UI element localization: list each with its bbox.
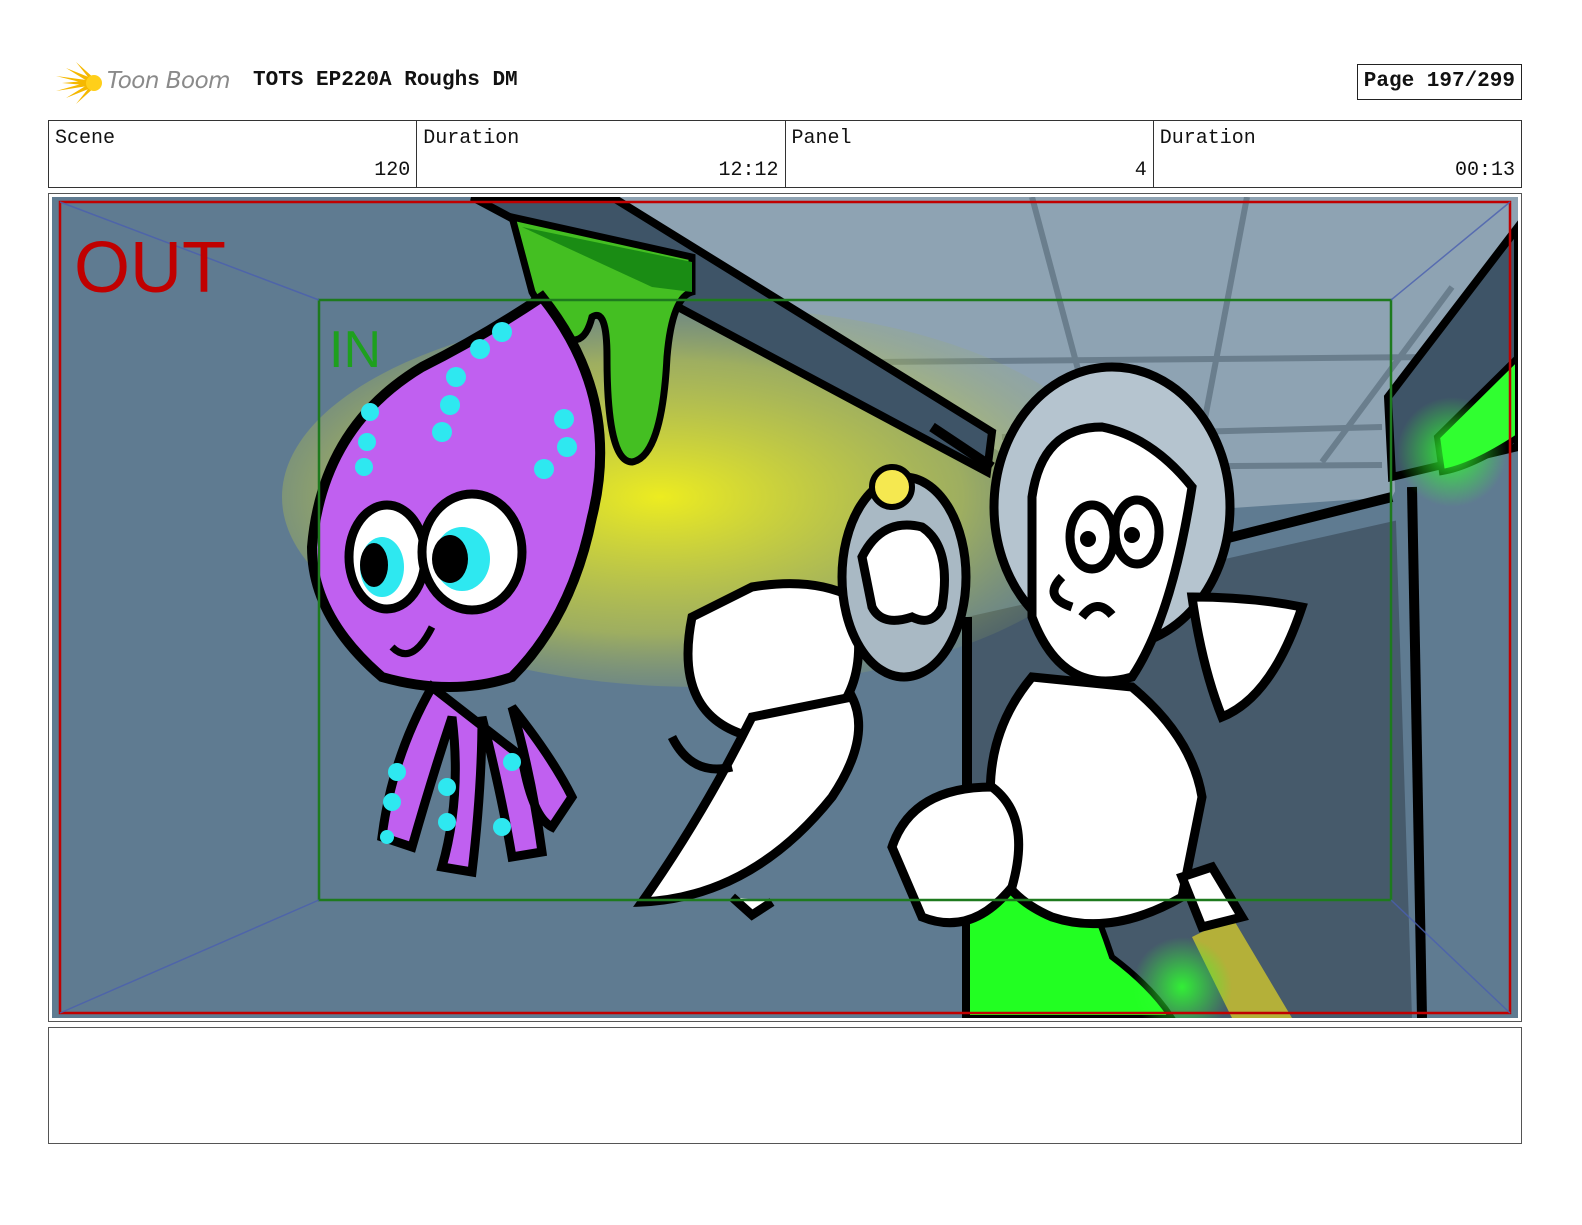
scene-cell: Scene 120 [49, 121, 418, 187]
scene-value: 120 [374, 159, 411, 182]
scene-info-row: Scene 120 Duration 12:12 Panel 4 Duratio… [48, 120, 1522, 188]
page-header: Toon Boom TOTS EP220A Roughs DM Page 197… [48, 56, 1522, 108]
scene-label: Scene [55, 127, 116, 150]
toon-boom-logo: Toon Boom [52, 58, 242, 108]
panel-label: Panel [791, 127, 852, 150]
sunburst-logo-icon [56, 62, 102, 104]
document-title: TOTS EP220A Roughs DM [253, 69, 518, 92]
in-frame-label: IN [329, 321, 381, 379]
scene-duration-label: Duration [423, 127, 520, 150]
panel-artwork: OUT IN [52, 197, 1518, 1018]
panel-cell: Panel 4 [786, 121, 1154, 187]
storyboard-panel: OUT IN [48, 193, 1522, 1022]
scene-duration-cell: Duration 12:12 [417, 121, 786, 187]
panel-duration-cell: Duration 00:13 [1154, 121, 1521, 187]
panel-notes-box [48, 1027, 1522, 1144]
panel-duration-value: 00:13 [1454, 159, 1515, 182]
logo-wordmark: Toon Boom [107, 68, 231, 94]
out-frame-label: OUT [74, 228, 226, 308]
scene-duration-value: 12:12 [718, 159, 779, 182]
page-indicator: Page 197/299 [1356, 64, 1522, 100]
panel-duration-label: Duration [1159, 127, 1256, 150]
panel-value: 4 [1134, 159, 1147, 182]
